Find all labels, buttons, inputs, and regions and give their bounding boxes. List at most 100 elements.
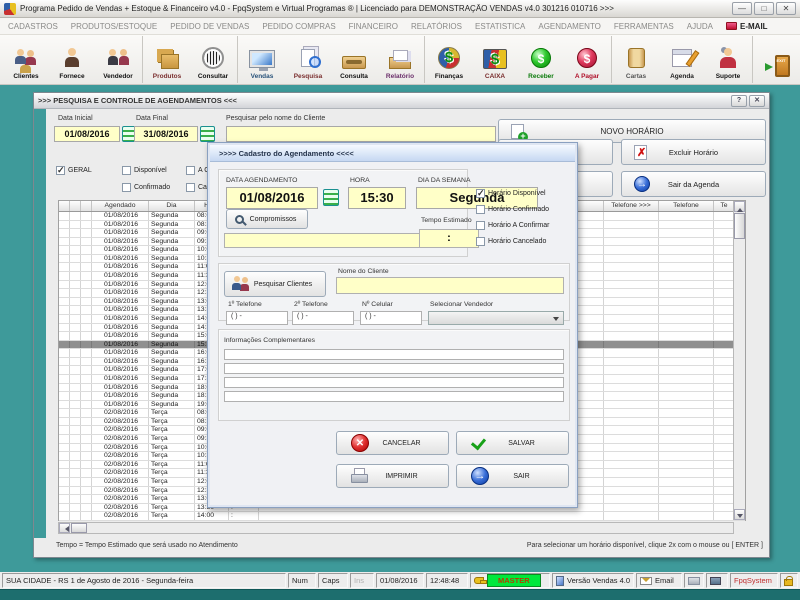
toolbar-consultar-button[interactable]: Consultar [190, 36, 236, 83]
checkbox-box[interactable] [476, 205, 485, 214]
menu-item-cadastros[interactable]: CADASTROS [8, 22, 58, 31]
info-line-input[interactable] [224, 391, 564, 402]
toolbar-financas-button[interactable]: Finanças [426, 36, 472, 83]
maximize-button[interactable]: □ [754, 2, 774, 15]
column-header-telefone[interactable]: Telefone [659, 201, 714, 211]
scroll-up-button[interactable] [734, 201, 745, 212]
horizontal-scroll-thumb[interactable] [71, 523, 87, 533]
table-row[interactable]: 02/08/2016Terça14:00: [59, 512, 745, 521]
salvar-button[interactable]: SALVAR [456, 431, 569, 455]
nome-cliente-input[interactable] [336, 277, 564, 294]
celular-input[interactable]: ( ) - [360, 311, 422, 325]
cell [81, 392, 92, 400]
toolbar-exit-button[interactable] [754, 36, 800, 83]
checkbox-box[interactable] [122, 183, 131, 192]
close-button[interactable]: ✕ [776, 2, 796, 15]
data-inicial-input[interactable]: 01/08/2016 [54, 126, 120, 142]
data-agendamento-input[interactable]: 01/08/2016 [226, 187, 318, 209]
horizontal-scrollbar[interactable] [58, 522, 734, 534]
checkbox-box[interactable] [476, 237, 485, 246]
checkbox-box[interactable] [122, 166, 131, 175]
cell [659, 504, 714, 512]
scroll-left-button[interactable] [59, 523, 70, 533]
toolbar-relatorio-button[interactable]: Relatório [377, 36, 423, 83]
menu-item-pedido-de-vendas[interactable]: PEDIDO DE VENDAS [170, 22, 249, 31]
checkbox-box[interactable] [476, 189, 485, 198]
cancelar-button[interactable]: CANCELAR [336, 431, 449, 455]
checkbox-horario-confirmado[interactable]: Horário Confirmado [476, 205, 549, 214]
help-button[interactable]: ? [731, 95, 747, 107]
toolbar-receber-button[interactable]: Receber [518, 36, 564, 83]
toolbar-agenda-button[interactable]: Agenda [659, 36, 705, 83]
agenda-window-titlebar[interactable]: >>> PESQUISA E CONTROLE DE AGENDAMENTOS … [34, 93, 769, 109]
menu-item-agendamento[interactable]: AGENDAMENTO [538, 22, 601, 31]
info-line-input[interactable] [224, 349, 564, 360]
menu-item-relatorios[interactable]: RELATÓRIOS [411, 22, 462, 31]
column-header-blank[interactable] [70, 201, 81, 211]
cell: Segunda [149, 238, 195, 246]
checkbox-box[interactable] [186, 183, 195, 192]
info-line-input[interactable] [224, 377, 564, 388]
toolbar-caixa-button[interactable]: CAIXA [472, 36, 518, 83]
checkbox-box[interactable] [56, 166, 65, 175]
info-line-input[interactable] [224, 363, 564, 374]
client-search-input[interactable] [226, 126, 496, 142]
vertical-scrollbar[interactable] [733, 201, 745, 520]
menu-item-estatistica[interactable]: ESTATISTICA [475, 22, 525, 31]
compromissos-button[interactable]: Compromissos [226, 209, 308, 229]
menu-item-ajuda[interactable]: AJUDA [687, 22, 713, 31]
icon-wrap [765, 51, 790, 81]
column-header-blank[interactable] [81, 201, 92, 211]
column-header-dia[interactable]: Dia [149, 201, 195, 211]
toolbar-produtos-button[interactable]: Produtos [144, 36, 190, 83]
checkbox-box[interactable] [476, 221, 485, 230]
vertical-scroll-thumb[interactable] [734, 213, 745, 239]
toolbar-suporte-button[interactable]: Suporte [705, 36, 751, 83]
pesquisar-clientes-button[interactable]: Pesquisar Clientes [224, 271, 326, 297]
compromisso-input[interactable] [224, 233, 420, 248]
tel2-input[interactable]: ( ) - [292, 311, 354, 325]
toolbar-vendedor-button[interactable]: Vendedor [95, 36, 141, 83]
checkbox-horario-disponivel[interactable]: Horário Disponível [476, 189, 546, 198]
calendar-picker-icon[interactable] [323, 189, 339, 206]
checkbox-disponivel[interactable]: Disponível [122, 166, 167, 175]
vendedor-dropdown[interactable] [428, 311, 564, 325]
column-header-agendado[interactable]: Agendado [92, 201, 149, 211]
checkbox-box[interactable] [186, 166, 195, 175]
excluir-horario-button[interactable]: Excluir Horário [621, 139, 766, 165]
checkbox-confirmado[interactable]: Confirmado [122, 183, 170, 192]
menu-item-produtos-estoque[interactable]: PRODUTOS/ESTOQUE [71, 22, 157, 31]
tel1-input[interactable]: ( ) - [226, 311, 288, 325]
toolbar-consulta-button[interactable]: Consulta [331, 36, 377, 83]
cell [70, 341, 81, 349]
column-header-blank[interactable] [59, 201, 70, 211]
menu-item-e-mail[interactable]: E-MAIL [726, 22, 768, 31]
cell [81, 238, 92, 246]
checkbox-geral[interactable]: GERAL [56, 166, 92, 175]
checkbox-horario-a-confirmar[interactable]: Horário A Confirmar [476, 221, 549, 230]
scroll-down-button[interactable] [734, 509, 745, 520]
hora-input[interactable]: 15:30 [348, 187, 406, 209]
data-final-input[interactable]: 31/08/2016 [134, 126, 198, 142]
sair-button[interactable]: SAIR [456, 464, 569, 488]
column-header-te[interactable]: Te [714, 201, 735, 211]
cell [659, 306, 714, 314]
checkbox-horario-cancelado[interactable]: Horário Cancelado [476, 237, 546, 246]
tempo-estimado-input[interactable]: : [419, 229, 479, 248]
toolbar-clientes-button[interactable]: Clientes [3, 36, 49, 83]
toolbar-vendas-button[interactable]: Vendas [239, 36, 285, 83]
toolbar-a-pagar-button[interactable]: A Pagar [564, 36, 610, 83]
menu-item-financeiro[interactable]: FINANCEIRO [349, 22, 398, 31]
toolbar-pesquisa-button[interactable]: Pesquisa [285, 36, 331, 83]
imprimir-button[interactable]: IMPRIMIR [336, 464, 449, 488]
dialog-titlebar[interactable]: >>>> Cadastro do Agendamento <<<< [210, 145, 575, 162]
toolbar-cartas-button[interactable]: Cartas [613, 36, 659, 83]
minimize-button[interactable]: — [732, 2, 752, 15]
menu-item-ferramentas[interactable]: FERRAMENTAS [614, 22, 674, 31]
sair-da-agenda-button[interactable]: Sair da Agenda [621, 171, 766, 197]
column-header-telefone[interactable]: Telefone >>> [604, 201, 659, 211]
agenda-close-button[interactable]: ✕ [749, 95, 765, 107]
menu-item-pedido-compras[interactable]: PEDIDO COMPRAS [262, 22, 335, 31]
calendar-picker-icon[interactable] [200, 126, 215, 142]
toolbar-fornece-button[interactable]: Fornece [49, 36, 95, 83]
